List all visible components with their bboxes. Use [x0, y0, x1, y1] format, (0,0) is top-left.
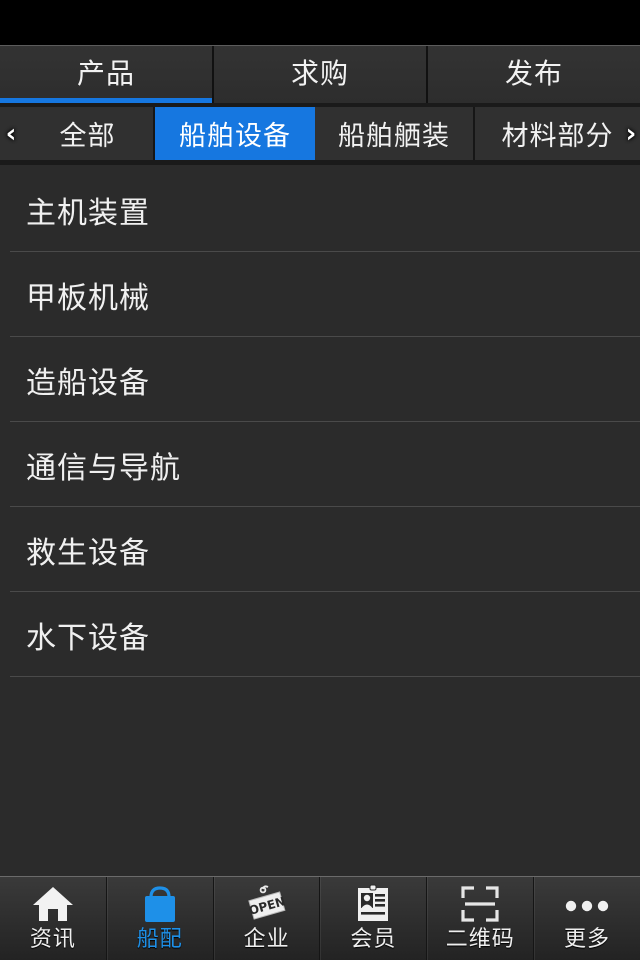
- category-chip-all-label: 全部: [59, 121, 116, 152]
- list-item[interactable]: 主机装置: [0, 167, 640, 252]
- tab-purchase-label: 求购: [290, 56, 349, 90]
- category-chip-ship-equipment-label: 船舶设备: [179, 121, 291, 152]
- open-sign-icon: OPEN: [244, 882, 290, 926]
- bottom-nav-bar: 资讯 船配 OPEN 企业 会员 二维码 更多: [0, 876, 640, 960]
- nav-item-enterprise[interactable]: OPEN 企业: [212, 877, 320, 960]
- nav-item-qrcode[interactable]: 二维码: [426, 877, 533, 960]
- list-item[interactable]: 造船设备: [0, 337, 640, 422]
- category-chip-ship-equipment[interactable]: 船舶设备: [155, 107, 315, 160]
- category-chip-ship-outfitting-label: 船舶舾装: [338, 121, 450, 152]
- nav-item-qrcode-label: 二维码: [445, 927, 515, 952]
- tab-products[interactable]: 产品: [0, 46, 212, 103]
- list-item-label: 通信与导航: [26, 450, 181, 486]
- tab-purchase[interactable]: 求购: [212, 46, 426, 103]
- shopping-bag-icon: [140, 882, 180, 926]
- id-card-icon: [353, 882, 393, 926]
- chevron-right-icon[interactable]: ›: [618, 103, 640, 165]
- list-item-label: 造船设备: [26, 365, 150, 401]
- category-chip-materials[interactable]: 材料部分: [475, 107, 640, 160]
- nav-item-more[interactable]: 更多: [533, 877, 640, 960]
- nav-item-shipparts[interactable]: 船配: [105, 877, 213, 960]
- more-dots-icon: [563, 882, 611, 926]
- app-root: 产品 求购 发布 ‹ 全部 船舶设备 船舶舾装 材料部分 › 主机装置 甲板机械…: [0, 0, 640, 960]
- nav-item-member-label: 会员: [350, 927, 397, 952]
- tab-products-label: 产品: [76, 56, 135, 90]
- nav-item-shipparts-label: 船配: [136, 927, 183, 952]
- list-item[interactable]: 甲板机械: [0, 252, 640, 337]
- tab-publish-label: 发布: [504, 56, 563, 90]
- category-list: 主机装置 甲板机械 造船设备 通信与导航 救生设备 水下设备: [0, 165, 640, 876]
- list-item[interactable]: 救生设备: [0, 507, 640, 592]
- nav-item-member[interactable]: 会员: [319, 877, 426, 960]
- category-chip-materials-label: 材料部分: [501, 121, 614, 152]
- nav-item-more-label: 更多: [564, 927, 611, 952]
- list-item-label: 水下设备: [26, 620, 150, 656]
- nav-item-news-label: 资讯: [29, 927, 76, 952]
- home-icon: [31, 882, 75, 926]
- category-scroll[interactable]: 全部 船舶设备 船舶舾装 材料部分: [0, 107, 640, 160]
- list-item-label: 主机装置: [26, 195, 150, 231]
- list-item-label: 甲板机械: [26, 280, 150, 316]
- top-tab-bar: 产品 求购 发布: [0, 45, 640, 104]
- tab-publish[interactable]: 发布: [426, 46, 640, 103]
- nav-item-news[interactable]: 资讯: [0, 877, 106, 960]
- qr-scan-icon: [459, 882, 501, 926]
- category-chip-ship-outfitting[interactable]: 船舶舾装: [315, 107, 475, 160]
- list-item[interactable]: 水下设备: [0, 592, 640, 677]
- category-strip: ‹ 全部 船舶设备 船舶舾装 材料部分 ›: [0, 103, 640, 165]
- list-item[interactable]: 通信与导航: [0, 422, 640, 507]
- status-bar: [0, 0, 640, 45]
- list-item-label: 救生设备: [26, 535, 150, 571]
- nav-item-enterprise-label: 企业: [243, 927, 290, 952]
- chevron-left-icon[interactable]: ‹: [0, 103, 24, 165]
